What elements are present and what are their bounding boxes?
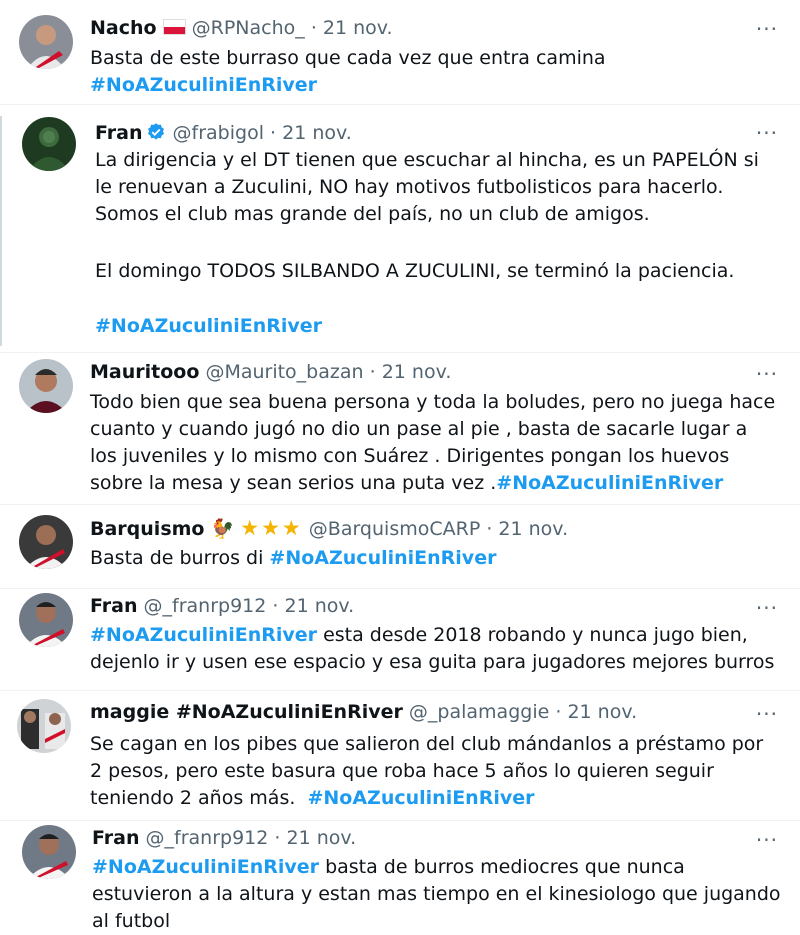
hashtag-link[interactable]: #NoAZuculiniEnRiver <box>95 315 322 337</box>
tweet-header: Fran @_franrp912 · 21 nov. <box>90 593 354 619</box>
avatar[interactable] <box>22 825 76 879</box>
stars-icon: ★★★ <box>240 516 303 540</box>
tweet-text: La dirigencia y el DT tienen que escucha… <box>95 147 780 228</box>
tweet-paragraph: El domingo TODOS SILBANDO A ZUCULINI, se… <box>95 260 735 282</box>
tweet-text: El domingo TODOS SILBANDO A ZUCULINI, se… <box>95 258 780 285</box>
tweet[interactable]: Nacho @RPNacho_ · 21 nov. ··· Basta de e… <box>0 0 800 105</box>
more-options-icon[interactable]: ··· <box>756 830 778 850</box>
separator-dot: · <box>486 518 493 540</box>
tweet-date[interactable]: 21 nov. <box>567 701 637 723</box>
verified-badge-icon <box>148 123 165 140</box>
tweet-text: Basta de este burraso que cada vez que e… <box>90 45 780 99</box>
separator-dot: · <box>310 17 317 39</box>
avatar[interactable] <box>17 699 71 753</box>
avatar[interactable] <box>19 593 73 647</box>
rooster-icon: 🐓 <box>210 518 235 540</box>
tweet-header: Mauritooo @Maurito_bazan · 21 nov. <box>90 359 451 385</box>
author-handle[interactable]: @Maurito_bazan <box>205 361 363 383</box>
author-name[interactable]: Fran <box>92 827 139 849</box>
hashtag-link[interactable]: #NoAZuculiniEnRiver <box>496 472 723 494</box>
more-options-icon[interactable]: ··· <box>756 19 778 39</box>
author-name[interactable]: Barquismo <box>90 518 204 540</box>
avatar[interactable] <box>19 359 73 413</box>
tweet[interactable]: Fran @_franrp912 · 21 nov. ··· #NoAZucul… <box>0 820 800 932</box>
more-options-icon[interactable]: ··· <box>756 598 778 618</box>
tweet-text: #NoAZuculiniEnRiver esta desde 2018 roba… <box>90 622 780 676</box>
tweet-text: Basta de burros di #NoAZuculiniEnRiver <box>90 545 780 572</box>
tweet-text-content: Basta de burros di <box>90 547 270 569</box>
tweet-header: Nacho @RPNacho_ · 21 nov. <box>90 15 393 41</box>
separator-dot: · <box>555 701 562 723</box>
author-handle[interactable]: @frabigol <box>173 122 264 144</box>
author-name[interactable]: Fran <box>90 595 137 617</box>
tweet[interactable]: Fran @frabigol · 21 nov. ··· La dirigenc… <box>0 104 800 353</box>
hashtag-link[interactable]: #NoAZuculiniEnRiver <box>90 74 317 96</box>
tweet-paragraph: La dirigencia y el DT tienen que escucha… <box>95 149 765 225</box>
more-options-icon[interactable]: ··· <box>756 364 778 384</box>
author-handle[interactable]: @_franrp912 <box>146 827 269 849</box>
avatar[interactable] <box>22 117 76 171</box>
more-options-icon[interactable]: ··· <box>756 123 778 143</box>
tweet[interactable]: Mauritooo @Maurito_bazan · 21 nov. ··· T… <box>0 352 800 505</box>
tweet[interactable]: Barquismo 🐓 ★★★ @BarquismoCARP · 21 nov.… <box>0 504 800 589</box>
hashtag-link[interactable]: #NoAZuculiniEnRiver <box>90 624 317 646</box>
tweet-date[interactable]: 21 nov. <box>282 122 352 144</box>
author-handle[interactable]: @_palamaggie <box>409 701 549 723</box>
author-handle[interactable]: @_franrp912 <box>144 595 267 617</box>
avatar[interactable] <box>19 15 73 69</box>
tweet-text-line: Basta de este burraso que cada vez que e… <box>90 47 606 69</box>
separator-dot: · <box>369 361 376 383</box>
author-name[interactable]: Nacho <box>90 17 157 39</box>
avatar[interactable] <box>19 515 73 569</box>
separator-dot: · <box>272 595 279 617</box>
hashtag-link[interactable]: #NoAZuculiniEnRiver <box>307 787 534 809</box>
tweet-date[interactable]: 21 nov. <box>498 518 568 540</box>
thread-line <box>0 116 2 346</box>
author-name[interactable]: Mauritooo <box>90 361 199 383</box>
tweet-text: #NoAZuculiniEnRiver <box>95 313 780 340</box>
tweet-text: Se cagan en los pibes que salieron del c… <box>90 731 780 812</box>
tweet-date[interactable]: 21 nov. <box>287 827 357 849</box>
separator-dot: · <box>270 122 277 144</box>
author-name[interactable]: Fran <box>95 122 142 144</box>
tweet[interactable]: maggie #NoAZuculiniEnRiver @_palamaggie … <box>0 690 800 821</box>
tweet-text: Todo bien que sea buena persona y toda l… <box>90 389 780 497</box>
author-handle[interactable]: @BarquismoCARP <box>309 518 481 540</box>
tweet-date[interactable]: 21 nov. <box>323 17 393 39</box>
author-name[interactable]: maggie #NoAZuculiniEnRiver <box>90 701 403 723</box>
hashtag-link[interactable]: #NoAZuculiniEnRiver <box>269 547 496 569</box>
author-handle[interactable]: @RPNacho_ <box>192 17 305 39</box>
tweet-header: Barquismo 🐓 ★★★ @BarquismoCARP · 21 nov. <box>90 515 568 542</box>
tweet-header: Fran @frabigol · 21 nov. <box>95 120 352 146</box>
tweet-date[interactable]: 21 nov. <box>382 361 452 383</box>
tweet-header: maggie #NoAZuculiniEnRiver @_palamaggie … <box>90 699 637 725</box>
tweet-header: Fran @_franrp912 · 21 nov. <box>92 825 356 851</box>
tweet[interactable]: Fran @_franrp912 · 21 nov. ··· #NoAZucul… <box>0 588 800 691</box>
more-options-icon[interactable]: ··· <box>756 704 778 724</box>
tweet-date[interactable]: 21 nov. <box>285 595 355 617</box>
tweet-text: #NoAZuculiniEnRiver basta de burros medi… <box>92 854 782 935</box>
hashtag-link[interactable]: #NoAZuculiniEnRiver <box>92 856 319 878</box>
flag-icon <box>162 19 186 35</box>
separator-dot: · <box>274 827 281 849</box>
